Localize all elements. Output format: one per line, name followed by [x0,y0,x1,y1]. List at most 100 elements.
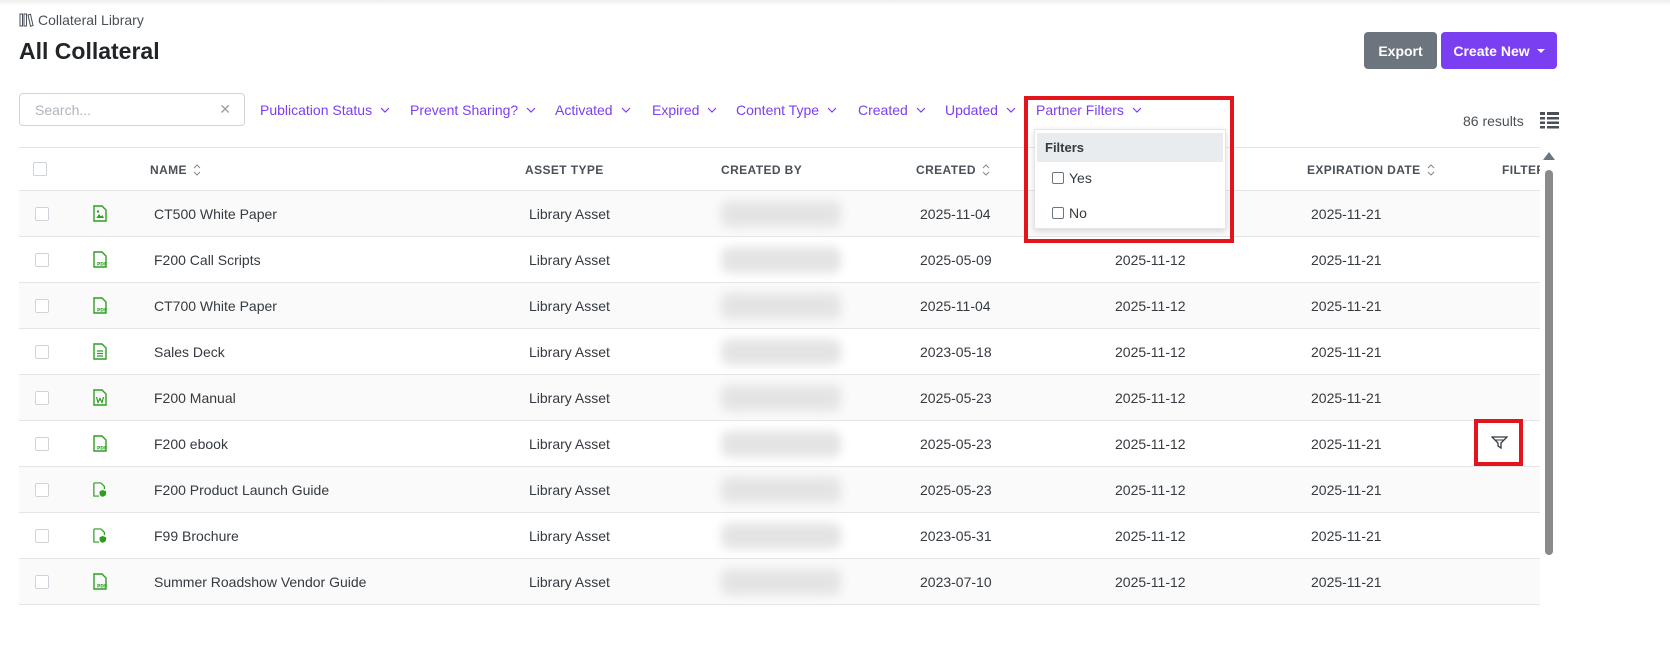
column-header-expiration-date[interactable]: EXPIRATION DATE [1307,163,1435,177]
select-all-checkbox[interactable] [33,162,47,176]
sort-icon [982,164,990,176]
asset-name[interactable]: F200 Product Launch Guide [154,482,329,498]
table-row[interactable]: PDF F200 ebook Library Asset 2025-05-23 … [19,421,1540,467]
filter-content-type[interactable]: Content Type [736,102,837,118]
filter-publication-status[interactable]: Publication Status [260,102,390,118]
filter-prevent-sharing[interactable]: Prevent Sharing? [410,102,536,118]
asset-type: Library Asset [529,344,610,360]
table-row[interactable]: CT500 White Paper Library Asset 2025-11-… [19,191,1540,237]
svg-text:PDF: PDF [97,446,107,452]
clear-search-icon[interactable]: ✕ [219,101,231,118]
filter-updated[interactable]: Updated [945,102,1016,118]
updated-date: 2025-11-12 [1115,390,1186,406]
asset-type: Library Asset [529,482,610,498]
asset-name[interactable]: CT700 White Paper [154,298,277,314]
expiration-date: 2025-11-21 [1311,298,1382,314]
search-input[interactable] [35,101,215,118]
row-checkbox[interactable] [35,253,49,267]
table-header: NAME ASSET TYPE CREATED BY CREATED EXPIR… [19,147,1540,191]
column-header-name[interactable]: NAME [150,163,201,177]
pdf-file-icon: PDF [93,297,107,314]
filter-label: Publication Status [260,102,373,118]
create-new-button[interactable]: Create New [1441,32,1557,69]
shield-file-icon [93,528,107,543]
create-new-button-label: Create New [1453,42,1530,59]
filter-activated[interactable]: Activated [555,102,631,118]
row-checkbox[interactable] [35,529,49,543]
table-body: CT500 White Paper Library Asset 2025-11-… [19,191,1540,605]
asset-name[interactable]: Summer Roadshow Vendor Guide [154,574,366,590]
table-row[interactable]: PDF CT700 White Paper Library Asset 2025… [19,283,1540,329]
blurred-creator [721,523,841,549]
column-header-filter: FILTER [1502,163,1540,177]
image-file-icon [93,205,107,222]
asset-name[interactable]: F99 Brochure [154,528,239,544]
chevron-down-icon [708,107,717,113]
expiration-date: 2025-11-21 [1311,390,1382,406]
asset-type: Library Asset [529,436,610,452]
vertical-scrollbar[interactable] [1545,170,1553,555]
blurred-creator [721,431,841,457]
created-date: 2023-05-31 [920,528,992,544]
document-file-icon [93,343,107,360]
asset-name[interactable]: Sales Deck [154,344,225,360]
table-row[interactable]: PDF Summer Roadshow Vendor Guide Library… [19,559,1540,605]
chevron-down-icon [1006,107,1016,113]
blurred-creator [721,293,841,319]
sort-icon [193,164,201,176]
filter-expired[interactable]: Expired [652,102,717,118]
expiration-date: 2025-11-21 [1311,252,1382,268]
asset-type: Library Asset [529,252,610,268]
table-row[interactable]: F200 Manual Library Asset 2025-05-23 202… [19,375,1540,421]
filter-created[interactable]: Created [858,102,926,118]
created-date: 2025-05-09 [920,252,992,268]
created-date: 2025-05-23 [920,436,992,452]
column-header-label: CREATED [916,163,976,177]
updated-date: 2025-11-12 [1115,528,1186,544]
row-checkbox[interactable] [35,207,49,221]
column-header-label: EXPIRATION DATE [1307,163,1421,177]
updated-date: 2025-11-12 [1115,344,1186,360]
blurred-creator [721,385,841,411]
created-date: 2025-05-23 [920,482,992,498]
row-checkbox[interactable] [35,483,49,497]
updated-date: 2025-11-12 [1115,482,1186,498]
pdf-file-icon: PDF [93,251,107,268]
updated-date: 2025-11-12 [1115,252,1186,268]
column-header-label: FILTER [1502,163,1540,177]
asset-name[interactable]: F200 ebook [154,436,228,452]
row-checkbox[interactable] [35,575,49,589]
table-row[interactable]: Sales Deck Library Asset 2023-05-18 2025… [19,329,1540,375]
export-button-label: Export [1378,42,1423,59]
filter-label: Content Type [736,102,820,118]
asset-name[interactable]: F200 Call Scripts [154,252,261,268]
blurred-creator [721,339,841,365]
expiration-date: 2025-11-21 [1311,206,1382,222]
export-button[interactable]: Export [1364,32,1437,69]
breadcrumb[interactable]: Collateral Library [19,12,144,28]
table-row[interactable]: F99 Brochure Library Asset 2023-05-31 20… [19,513,1540,559]
chevron-down-icon [380,107,390,113]
filter-label: Activated [555,102,613,118]
search-box[interactable]: ✕ [19,93,245,126]
table-row[interactable]: PDF F200 Call Scripts Library Asset 2025… [19,237,1540,283]
expiration-date: 2025-11-21 [1311,436,1382,452]
row-checkbox[interactable] [35,437,49,451]
row-checkbox[interactable] [35,299,49,313]
row-checkbox[interactable] [35,345,49,359]
scroll-up-arrow-icon[interactable] [1543,152,1555,160]
svg-text:PDF: PDF [97,584,107,590]
column-header-created[interactable]: CREATED [916,163,990,177]
table-row[interactable]: F200 Product Launch Guide Library Asset … [19,467,1540,513]
caret-down-icon [1536,48,1545,53]
created-date: 2025-11-04 [920,206,991,222]
column-view-icon[interactable] [1540,111,1559,129]
asset-name[interactable]: CT500 White Paper [154,206,277,222]
asset-name[interactable]: F200 Manual [154,390,236,406]
chevron-down-icon [526,107,536,113]
expiration-date: 2025-11-21 [1311,528,1382,544]
asset-type: Library Asset [529,528,610,544]
asset-type: Library Asset [529,390,610,406]
row-checkbox[interactable] [35,391,49,405]
filter-label: Prevent Sharing? [410,102,519,118]
